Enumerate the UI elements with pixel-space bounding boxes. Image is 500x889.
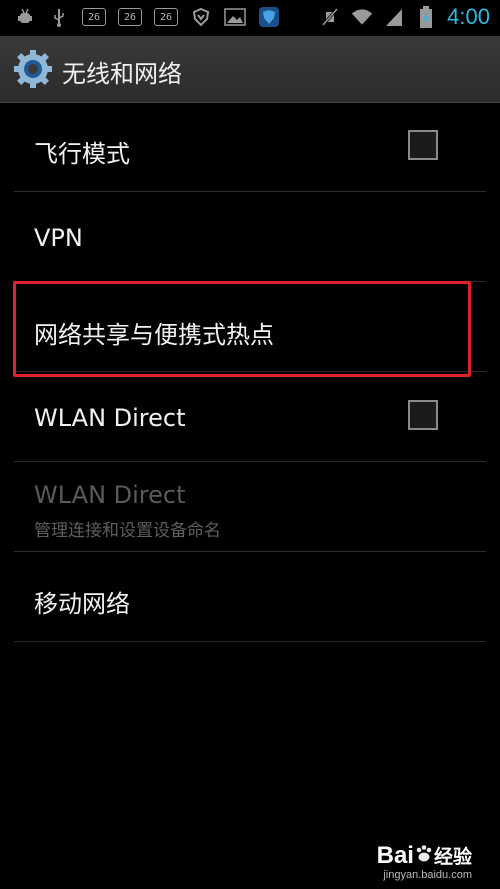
security-app-icon <box>258 6 280 28</box>
divider <box>14 641 486 642</box>
status-right: 4:00 <box>319 4 490 30</box>
status-bar: 26 26 26 4:00 <box>0 0 500 36</box>
update-badge-icon: 26 <box>154 8 178 26</box>
wlan-direct-checkbox[interactable] <box>408 400 438 430</box>
battery-charging-icon <box>415 6 437 28</box>
signal-icon <box>383 6 405 28</box>
list-item-vpn[interactable]: VPN <box>0 192 500 282</box>
list-item-label: WLAN Direct <box>34 404 186 432</box>
baidu-watermark: Bai 经验 jingyan.baidu.com <box>377 842 472 881</box>
watermark-url: jingyan.baidu.com <box>383 869 472 881</box>
clock: 4:00 <box>447 4 490 29</box>
image-icon <box>224 6 246 28</box>
wifi-icon <box>351 6 373 28</box>
paw-icon <box>414 843 434 871</box>
notification-icons: 26 26 26 <box>14 6 280 28</box>
settings-gear-icon[interactable] <box>12 48 54 90</box>
list-item-wlan-direct-settings: WLAN Direct 管理连接和设置设备命名 <box>0 462 500 552</box>
list-item-wlan-direct[interactable]: WLAN Direct <box>0 372 500 462</box>
list-item-mobile-network[interactable]: 移动网络 <box>0 552 500 642</box>
list-item-label: 移动网络 <box>34 590 130 618</box>
airplane-mode-checkbox[interactable] <box>408 130 438 160</box>
list-item-label: 飞行模式 <box>34 140 130 168</box>
update-badge-icon: 26 <box>82 8 106 26</box>
usb-icon <box>48 6 70 28</box>
list-item-label: VPN <box>34 224 83 252</box>
highlight-box <box>13 281 471 377</box>
watermark-suffix: 经验 <box>433 847 472 869</box>
update-badge-icon: 26 <box>118 8 142 26</box>
shield-icon <box>190 6 212 28</box>
mute-icon <box>319 6 341 28</box>
watermark-brand: Bai 经验 <box>377 842 472 871</box>
list-item-label: WLAN Direct <box>34 481 186 509</box>
watermark-brand-text: Bai <box>376 842 414 870</box>
list-item-airplane-mode[interactable]: 飞行模式 <box>0 102 500 192</box>
action-bar: 无线和网络 <box>0 36 500 103</box>
list-item-subtitle: 管理连接和设置设备命名 <box>34 521 221 541</box>
usb-debug-icon <box>14 6 36 28</box>
page-title: 无线和网络 <box>62 60 182 88</box>
